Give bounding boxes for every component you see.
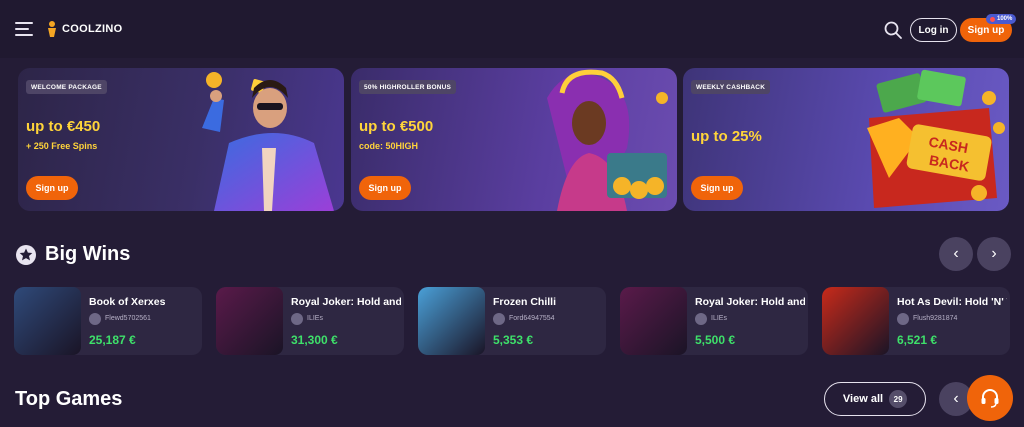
- top-games-title: Top Games: [15, 388, 123, 410]
- login-button[interactable]: Log in: [910, 18, 957, 42]
- big-win-card[interactable]: Royal Joker: Hold and Win ILIEs 31,300 €: [216, 287, 404, 355]
- view-all-label: View all: [842, 393, 884, 405]
- promo-subtitle: + 250 Free Spins: [26, 141, 98, 151]
- win-amount: 5,500 €: [695, 333, 736, 347]
- winner-username: ILIEs: [711, 315, 727, 322]
- win-amount: 31,300 €: [291, 333, 338, 347]
- promo-amount: up to €450: [26, 118, 101, 135]
- view-all-button[interactable]: View all 29: [824, 382, 926, 416]
- chevron-left-icon: ‹: [953, 245, 959, 262]
- promo-card-welcome[interactable]: WELCOME PACKAGE up to €450 + 250 Free Sp…: [18, 68, 344, 211]
- game-title[interactable]: Hot As Devil: Hold 'N' Win: [897, 296, 1007, 308]
- big-win-card[interactable]: Royal Joker: Hold and Win ILIEs 5,500 €: [620, 287, 808, 355]
- game-thumbnail[interactable]: [216, 287, 283, 355]
- winner-username: ILIEs: [307, 315, 323, 322]
- big-win-card[interactable]: Book of Xerxes Flewd5702561 25,187 €: [14, 287, 202, 355]
- promo-character-illustration: [547, 69, 668, 211]
- win-amount: 6,521 €: [897, 333, 938, 347]
- user-avatar-icon: [897, 313, 909, 325]
- menu-icon[interactable]: [15, 22, 33, 36]
- chevron-right-icon: ›: [991, 245, 997, 262]
- game-title[interactable]: Book of Xerxes: [89, 296, 199, 308]
- logo[interactable]: COOLZINO: [44, 20, 122, 38]
- headset-icon: [981, 389, 999, 408]
- promo-amount: up to 25%: [691, 128, 762, 145]
- promo-tag: 50% HIGHROLLER BONUS: [359, 80, 457, 94]
- user-avatar-icon: [493, 313, 505, 325]
- promo-amount: up to €500: [359, 118, 434, 135]
- view-all-count: 29: [889, 390, 908, 408]
- promo-tag: WELCOME PACKAGE: [26, 80, 107, 94]
- win-amount: 25,187 €: [89, 333, 136, 347]
- logo-icon: [48, 21, 56, 37]
- chevron-left-icon: ‹: [953, 390, 959, 407]
- promo-card-cashback[interactable]: CASH BACK WEEKLY CASHBACK up to 25% Sign…: [683, 68, 1009, 211]
- promo-signup-button[interactable]: Sign up: [691, 176, 743, 200]
- big-wins-prev-button[interactable]: ‹: [939, 237, 973, 271]
- game-title[interactable]: Royal Joker: Hold and Win: [291, 296, 401, 308]
- winner-username: Flewd5702561: [105, 315, 151, 322]
- search-icon[interactable]: [883, 20, 903, 40]
- game-thumbnail[interactable]: [14, 287, 81, 355]
- game-thumbnail[interactable]: [822, 287, 889, 355]
- promo-signup-button[interactable]: Sign up: [26, 176, 78, 200]
- big-win-card[interactable]: Hot As Devil: Hold 'N' Win Flush9281874 …: [822, 287, 1010, 355]
- cashback-wallet-illustration: CASH BACK: [867, 69, 1005, 208]
- logo-text: COOLZINO: [62, 23, 123, 35]
- big-win-card[interactable]: Frozen Chilli Ford64947554 5,353 €: [418, 287, 606, 355]
- support-chat-button[interactable]: [967, 375, 1013, 421]
- top-header: COOLZINO Log in Sign up 100%: [0, 0, 1024, 58]
- user-avatar-icon: [89, 313, 101, 325]
- game-thumbnail[interactable]: [620, 287, 687, 355]
- game-title[interactable]: Frozen Chilli: [493, 296, 603, 308]
- promo-subtitle: code: 50HIGH: [359, 141, 419, 151]
- badge-dot-icon: [990, 16, 995, 22]
- game-title[interactable]: Royal Joker: Hold and Win: [695, 296, 805, 308]
- user-avatar-icon: [291, 313, 303, 325]
- big-wins-title: Big Wins: [45, 243, 131, 265]
- promo-character-illustration: [202, 72, 334, 211]
- big-wins-next-button[interactable]: ›: [977, 237, 1011, 271]
- winner-username: Ford64947554: [509, 315, 555, 322]
- user-avatar-icon: [695, 313, 707, 325]
- promo-tag: WEEKLY CASHBACK: [691, 80, 771, 94]
- promo-card-highroller[interactable]: 50% HIGHROLLER BONUS up to €500 code: 50…: [351, 68, 677, 211]
- signup-bonus-badge: 100%: [986, 14, 1017, 24]
- signup-badge-label: 100%: [997, 16, 1013, 22]
- star-icon: [16, 245, 36, 265]
- winner-username: Flush9281874: [913, 315, 958, 322]
- game-thumbnail[interactable]: [418, 287, 485, 355]
- win-amount: 5,353 €: [493, 333, 534, 347]
- promo-signup-button[interactable]: Sign up: [359, 176, 411, 200]
